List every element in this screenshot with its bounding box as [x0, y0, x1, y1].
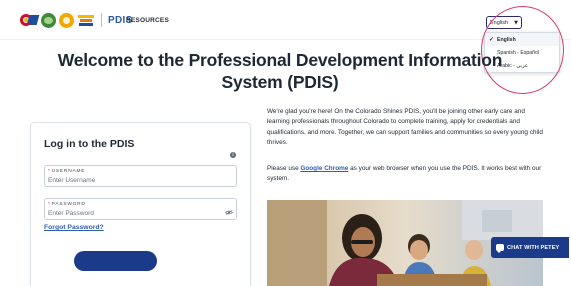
language-current: English [490, 19, 509, 26]
required-asterisk: * [48, 169, 51, 174]
forgot-password-link[interactable]: Forgot Password? [44, 224, 104, 231]
nav-resources-link[interactable]: RESOURCES [126, 17, 169, 24]
chat-button[interactable]: CHAT WITH PETEY [491, 237, 569, 258]
brand-divider [101, 13, 102, 27]
username-field[interactable]: *USERNAME [44, 165, 237, 187]
info-icon[interactable]: i [230, 152, 236, 158]
username-label: *USERNAME [48, 169, 86, 174]
language-option-english[interactable]: ✓ English [485, 33, 559, 46]
eye-off-icon[interactable] [225, 210, 233, 215]
required-asterisk: * [48, 202, 51, 207]
username-input[interactable] [48, 176, 218, 185]
browser-note: Please use Google Chrome as your web bro… [267, 165, 542, 183]
sun-logo [59, 12, 74, 28]
chat-button-label: CHAT WITH PETEY [507, 244, 560, 251]
chat-bubble-icon [496, 244, 504, 253]
page-title: Welcome to the Professional Development … [57, 50, 503, 92]
language-option-label: English [497, 36, 516, 43]
chevron-down-icon: ▼ [514, 19, 518, 26]
login-card: Log in to the PDIS i *USERNAME *PASSWORD… [30, 122, 251, 286]
password-input[interactable] [48, 209, 218, 218]
colorado-shines-logo [77, 13, 95, 28]
login-title: Log in to the PDIS [44, 138, 135, 150]
cdec-logo [41, 12, 56, 28]
check-icon: ✓ [489, 37, 495, 43]
logo-group[interactable]: PDIS [20, 12, 133, 28]
language-select[interactable]: English ▼ [486, 16, 522, 29]
login-button[interactable] [74, 251, 157, 271]
password-label: *PASSWORD [48, 202, 86, 207]
google-chrome-link[interactable]: Google Chrome [300, 165, 348, 172]
colorado-state-logo [20, 13, 40, 27]
intro-paragraph: We're glad you're here! On the Colorado … [267, 108, 543, 146]
password-field[interactable]: *PASSWORD [44, 198, 237, 220]
